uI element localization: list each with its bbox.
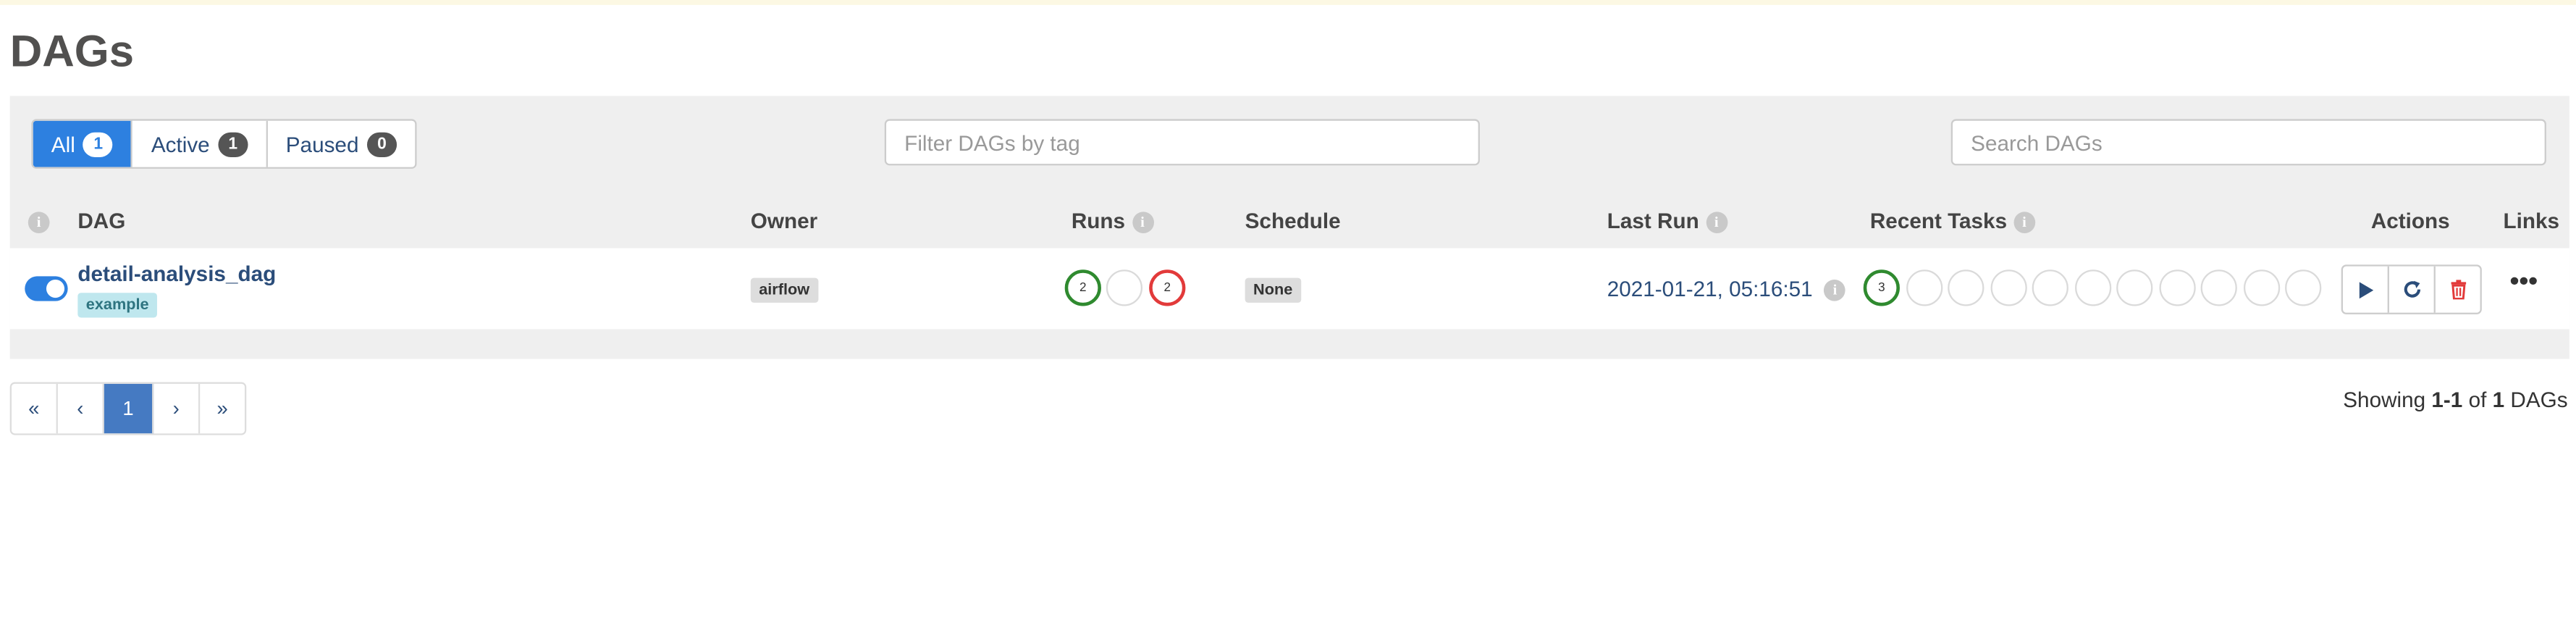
recent-task-circle[interactable]	[2159, 269, 2196, 306]
header-last-run-label: Last Run	[1607, 208, 1699, 234]
page-title: DAGs	[9, 26, 135, 77]
recent-task-circle[interactable]	[2200, 269, 2237, 306]
prev-page-button[interactable]: ‹	[57, 383, 104, 434]
play-icon	[2358, 281, 2373, 298]
info-icon[interactable]: i	[1132, 212, 1153, 234]
recent-task-circle[interactable]	[2285, 269, 2322, 306]
last-page-button[interactable]: »	[200, 383, 245, 434]
header-actions: Actions	[2370, 208, 2450, 234]
info-icon[interactable]: i	[1705, 212, 1727, 234]
header-owner[interactable]: Owner	[751, 209, 817, 233]
header-links: Links	[2503, 208, 2560, 234]
header-info: i	[28, 209, 50, 234]
info-icon[interactable]: i	[1824, 280, 1846, 301]
status-filter: All 1 Active 1 Paused 0	[31, 119, 417, 169]
info-icon[interactable]: i	[28, 212, 50, 234]
table-row: detail-analysis_dag example airflow 2 2 …	[9, 248, 2569, 330]
top-alert-strip	[0, 0, 2576, 5]
header-schedule[interactable]: Schedule	[1245, 209, 1341, 233]
header-runs: Runs i	[1071, 208, 1153, 234]
recent-task-circle[interactable]	[2116, 269, 2153, 306]
delete-dag-button[interactable]	[2436, 267, 2480, 313]
dag-tag[interactable]: example	[77, 293, 158, 318]
recent-task-circle[interactable]	[1906, 269, 1943, 306]
recent-task-circle[interactable]	[2243, 269, 2281, 306]
next-page-button[interactable]: ›	[153, 383, 201, 434]
dag-id-link[interactable]: detail-analysis_dag	[77, 261, 276, 286]
summary-suffix: DAGs	[2504, 387, 2568, 412]
refresh-dag-button[interactable]	[2389, 266, 2436, 313]
runs-failed-circle[interactable]: 2	[1149, 269, 1186, 306]
header-recent-tasks-label: Recent Tasks	[1869, 208, 2008, 234]
recent-task-circle[interactable]	[1990, 269, 2027, 306]
summary-prefix: Showing	[2343, 387, 2432, 412]
dags-panel: All 1 Active 1 Paused 0 Filter DAGs by t…	[9, 96, 2569, 359]
tab-all-label: All	[51, 131, 75, 156]
summary-range: 1-1	[2431, 387, 2463, 412]
tab-active-label: Active	[151, 131, 210, 156]
dag-pause-toggle[interactable]	[25, 276, 68, 301]
header-runs-label: Runs	[1071, 208, 1126, 234]
last-run-link: 2021-01-21, 05:16:51 i	[1607, 276, 1846, 301]
runs-running-circle[interactable]	[1106, 269, 1143, 306]
schedule-label: None	[1245, 277, 1301, 303]
summary-of: of	[2462, 387, 2493, 412]
first-page-button[interactable]: «	[11, 383, 58, 434]
showing-summary: Showing 1-1 of 1 DAGs	[2343, 387, 2567, 411]
more-icon[interactable]: •••	[2510, 269, 2538, 296]
recent-task-circle[interactable]	[2075, 269, 2112, 306]
info-icon[interactable]: i	[2013, 212, 2035, 234]
dag-actions	[2341, 264, 2482, 314]
tab-paused-count: 0	[366, 131, 397, 156]
header-recent-tasks: Recent Tasks i	[1869, 208, 2035, 234]
tab-all[interactable]: All 1	[33, 120, 133, 167]
runs-success-circle[interactable]: 2	[1064, 269, 1101, 306]
tab-paused-label: Paused	[285, 131, 359, 156]
header-dag[interactable]: DAG	[77, 209, 125, 233]
last-run-date[interactable]: 2021-01-21, 05:16:51	[1607, 276, 1813, 301]
recent-task-circle[interactable]: 3	[1863, 269, 1900, 306]
page-1-button[interactable]: 1	[104, 383, 154, 434]
header-last-run: Last Run i	[1607, 208, 1727, 234]
search-dags-placeholder: Search DAGs	[1971, 130, 2103, 155]
tab-active[interactable]: Active 1	[132, 120, 268, 167]
trash-icon	[2450, 280, 2465, 300]
recent-task-circle[interactable]	[1948, 269, 1984, 306]
refresh-icon	[2403, 280, 2420, 298]
tag-filter-input[interactable]: Filter DAGs by tag	[884, 119, 1480, 166]
summary-total: 1	[2492, 387, 2505, 412]
tab-active-count: 1	[218, 131, 248, 156]
owner-label: airflow	[750, 277, 818, 303]
pagination: « ‹ 1 › »	[9, 382, 247, 435]
recent-task-circle[interactable]	[2032, 269, 2068, 306]
tab-all-count: 1	[83, 131, 114, 156]
search-dags-input[interactable]: Search DAGs	[1950, 119, 2546, 166]
tag-filter-placeholder: Filter DAGs by tag	[904, 130, 1080, 155]
dags-page: DAGs All 1 Active 1 Paused 0 Filter DAGs…	[0, 0, 2576, 635]
trigger-dag-button[interactable]	[2343, 266, 2389, 313]
tab-paused[interactable]: Paused 0	[267, 120, 416, 167]
